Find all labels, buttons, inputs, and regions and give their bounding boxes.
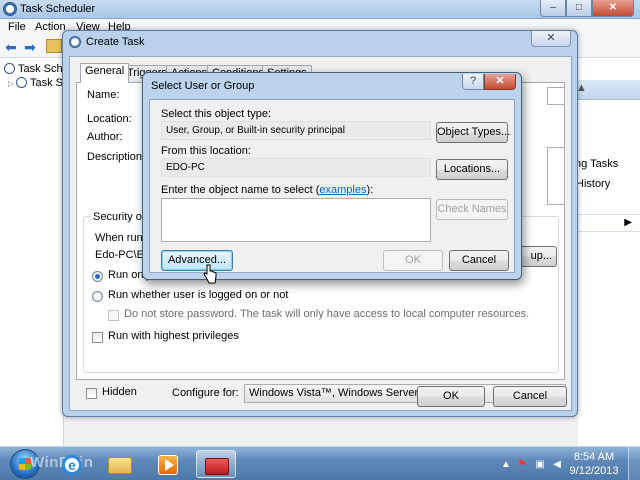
enter-object-name-label: Enter the object name to select (example…: [161, 184, 374, 196]
select-user-or-group-dialog: Select User or Group ? ✕ Select this obj…: [142, 72, 522, 280]
maximize-button[interactable]: □: [566, 0, 592, 17]
task-scheduler-titlebar: Task Scheduler ‒ □ ✕: [0, 0, 640, 19]
taskbar: WinPoin e ▲ ⚑ ▣ ◀ 8:54 AM 9/12/2013: [0, 446, 640, 480]
window-title: Task Scheduler: [20, 3, 96, 15]
name-label: Name:: [87, 89, 120, 101]
toolbox-icon: [205, 458, 229, 475]
do-not-store-password-label: Do not store password. The task will onl…: [124, 308, 530, 320]
clock-icon: [4, 63, 15, 74]
action-display-running-tasks[interactable]: ng Tasks: [575, 158, 618, 170]
check-names-button[interactable]: Check Names: [436, 199, 508, 220]
back-arrow-icon[interactable]: ⬅: [3, 39, 19, 55]
help-button[interactable]: ?: [462, 74, 484, 90]
configure-for-label: Configure for:: [172, 387, 239, 399]
create-task-ok-button[interactable]: OK: [417, 386, 485, 407]
location-field: EDO-PC: [161, 158, 431, 177]
create-task-title: Create Task: [86, 36, 145, 48]
taskbar-media-player[interactable]: [148, 450, 188, 478]
network-icon[interactable]: ▣: [534, 459, 546, 471]
run-whether-logged-on-radio[interactable]: [92, 291, 103, 302]
taskbar-windows-explorer[interactable]: [100, 450, 140, 478]
run-only-logged-on-radio[interactable]: [92, 271, 103, 282]
run-whether-label: Run whether user is logged on or not: [108, 289, 289, 301]
task-scheduler-clock-icon: [3, 2, 17, 16]
advanced-button[interactable]: Advanced...: [161, 250, 233, 271]
taskbar-internet-explorer[interactable]: e: [52, 450, 92, 478]
locations-button[interactable]: Locations...: [436, 159, 508, 180]
actions-pane-header[interactable]: ▲: [576, 80, 640, 100]
menu-action[interactable]: Action: [35, 21, 66, 33]
folder-up-icon[interactable]: [46, 39, 62, 53]
close-button[interactable]: ✕: [592, 0, 634, 17]
create-task-titlebar: Create Task ✕: [63, 31, 577, 53]
folder-icon: [108, 457, 132, 474]
taskbar-task-scheduler[interactable]: [196, 450, 236, 478]
select-user-title: Select User or Group: [151, 80, 255, 92]
volume-icon[interactable]: ◀: [551, 459, 563, 471]
action-enable-history[interactable]: History: [576, 178, 610, 190]
select-user-cancel-button[interactable]: Cancel: [449, 250, 509, 271]
highest-privileges-checkbox[interactable]: [92, 332, 103, 343]
actions-pane: ▲ ng Tasks History ▶: [575, 58, 640, 446]
tab-general[interactable]: General: [80, 63, 130, 83]
expand-arrow-icon[interactable]: ▷: [8, 79, 16, 88]
location-label: Location:: [87, 113, 132, 125]
show-desktop-button[interactable]: [628, 447, 640, 480]
hand-cursor-icon: [203, 264, 217, 284]
navigation-tree: Task Scheduler (Local) ▷Task Scheduler L…: [0, 58, 142, 446]
object-types-button[interactable]: Object Types...: [436, 122, 510, 143]
forward-arrow-icon[interactable]: ➡: [22, 39, 38, 55]
hidden-label: Hidden: [102, 386, 137, 398]
examples-link[interactable]: examples: [319, 184, 366, 196]
clock-date[interactable]: 9/12/2013: [567, 465, 621, 477]
select-user-ok-button[interactable]: OK: [383, 250, 443, 271]
minimize-button[interactable]: ‒: [540, 0, 566, 17]
author-label: Author:: [87, 131, 123, 143]
internet-explorer-icon: e: [62, 455, 82, 475]
object-name-textarea[interactable]: [161, 198, 431, 242]
description-field[interactable]: [547, 147, 565, 205]
clock-time[interactable]: 8:54 AM: [567, 451, 621, 463]
tray-show-hidden-icon[interactable]: ▲: [500, 459, 512, 471]
description-label: Description:: [87, 151, 146, 163]
action-center-flag-icon[interactable]: ⚑: [516, 459, 528, 471]
object-type-field: User, Group, or Built-in security princi…: [161, 121, 431, 140]
create-task-cancel-button[interactable]: Cancel: [493, 386, 567, 407]
do-not-store-password-checkbox[interactable]: [108, 310, 119, 321]
menu-file[interactable]: File: [8, 21, 26, 33]
library-icon: [16, 77, 27, 88]
object-type-label: Select this object type:: [161, 108, 272, 120]
media-player-icon: [158, 455, 178, 475]
hidden-checkbox[interactable]: [86, 388, 97, 399]
submenu-arrow-icon: ▶: [624, 217, 632, 228]
location-label: From this location:: [161, 145, 251, 157]
actions-submenu-row[interactable]: ▶: [578, 214, 640, 232]
task-clock-icon: [69, 36, 81, 48]
highest-privileges-label: Run with highest privileges: [108, 330, 239, 342]
create-task-close-button[interactable]: ✕: [531, 31, 571, 47]
select-user-close-button[interactable]: ✕: [484, 74, 516, 90]
name-field[interactable]: [547, 87, 565, 105]
select-user-body: Select this object type: User, Group, or…: [149, 99, 515, 273]
